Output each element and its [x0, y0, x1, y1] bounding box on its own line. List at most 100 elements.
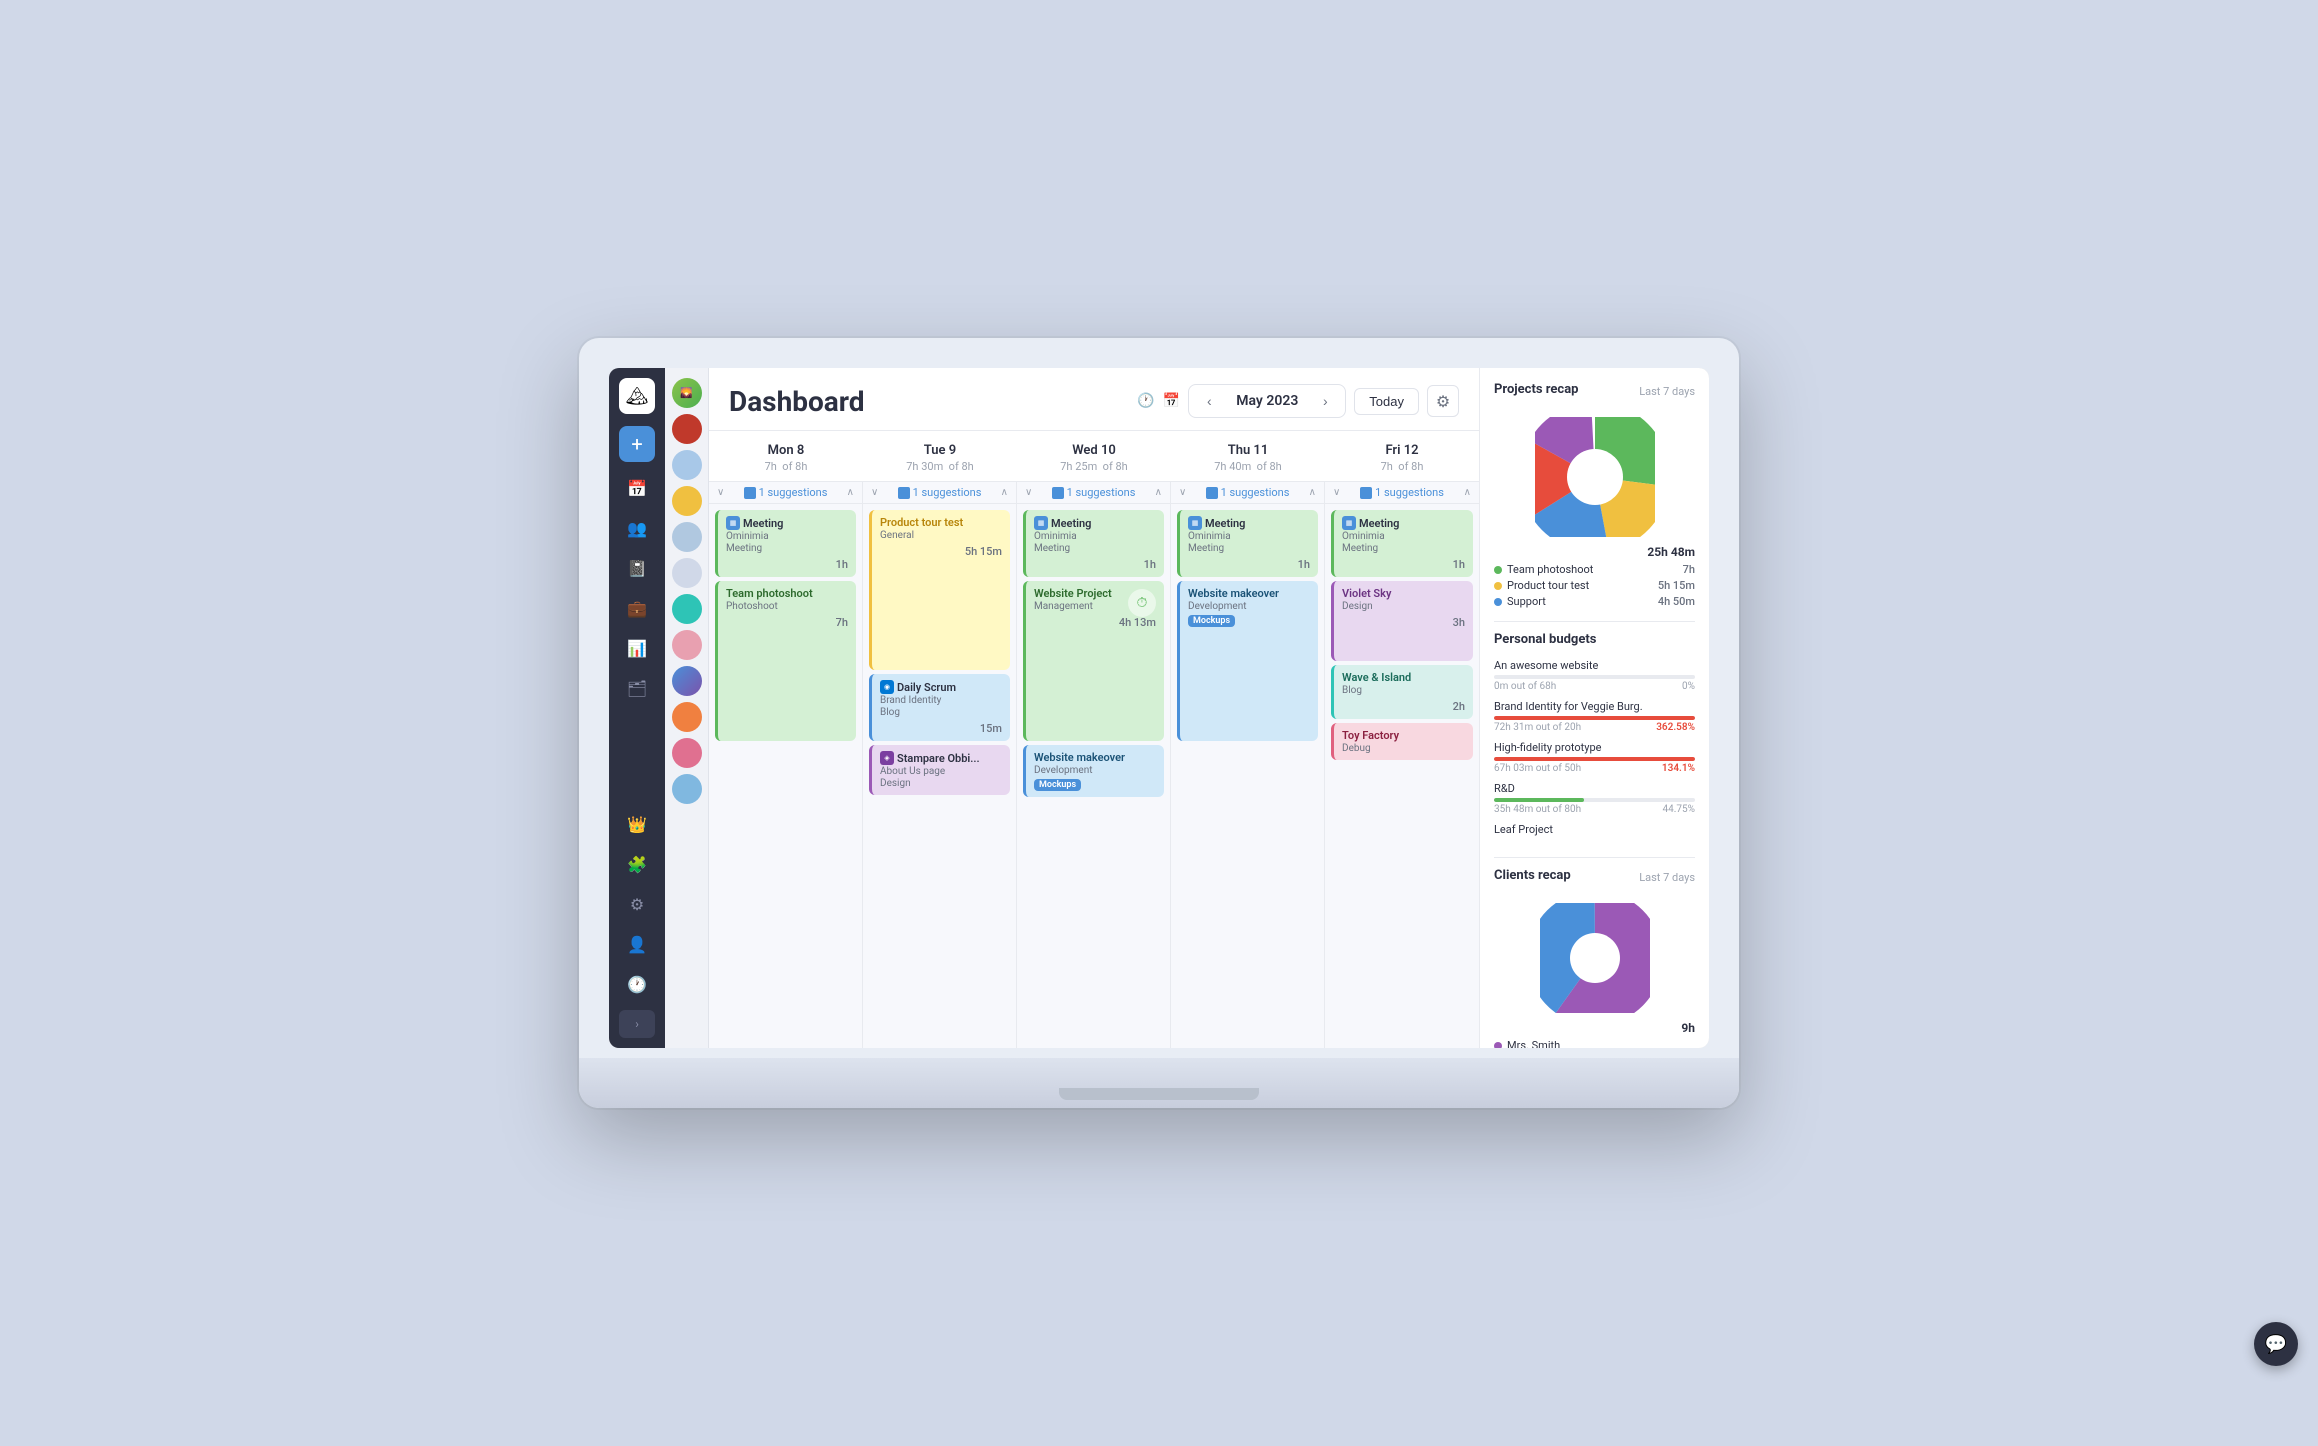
legend-item-support: Support 4h 50m	[1494, 595, 1695, 608]
budget-bar-fill-2	[1494, 716, 1695, 720]
clients-recap-title: Clients recap	[1494, 868, 1571, 883]
sidebar-item-people[interactable]: 👥	[619, 510, 655, 546]
budget-rd: R&D 35h 48m out of 80h 44.75%	[1494, 782, 1695, 815]
sidebar-item-gear[interactable]: ⚙	[619, 886, 655, 922]
event-product-tour[interactable]: Product tour test General 5h 15m	[869, 510, 1010, 670]
add-button[interactable]: +	[619, 426, 655, 462]
projects-legend: Team photoshoot 7h Product tour test 5h …	[1494, 563, 1695, 611]
suggestion-mon: ∨ 1 suggestions ∧	[709, 482, 863, 503]
avatar-11[interactable]	[672, 738, 702, 768]
event-team-photoshoot[interactable]: Team photoshoot Photoshoot 7h	[715, 581, 856, 741]
suggestion-fri-expand[interactable]: ∧	[1464, 487, 1471, 498]
event-website-makeover-wed[interactable]: Website makeover Development Mockups	[1023, 745, 1164, 797]
event-wave-island[interactable]: Wave & Island Blog 2h	[1331, 665, 1473, 719]
sidebar-item-briefcase[interactable]: 💼	[619, 590, 655, 626]
avatar-7[interactable]	[672, 594, 702, 624]
day-name-mon: Mon 8	[717, 443, 855, 458]
main-content: Dashboard 🕐 📅 ‹ May 2023 › Today ⚙	[709, 368, 1479, 1048]
sidebar-collapse-button[interactable]: ›	[619, 1010, 655, 1038]
legend-dot-mrs-smith	[1494, 1042, 1502, 1049]
sidebar-item-crown[interactable]: 👑	[619, 806, 655, 842]
avatar-10[interactable]	[672, 702, 702, 732]
outlook-icon: ◉	[880, 680, 894, 694]
suggestion-tue-expand[interactable]: ∧	[1001, 487, 1008, 498]
day-header-mon: Mon 8 7h of 8h	[709, 439, 863, 481]
suggestion-wed-expand[interactable]: ∧	[1155, 487, 1162, 498]
event-meeting-fri[interactable]: ▦ Meeting Ominimia Meeting 1h	[1331, 510, 1473, 577]
avatar-3[interactable]	[672, 450, 702, 480]
legend-label-support: Support	[1507, 595, 1546, 608]
sidebar-item-puzzle[interactable]: 🧩	[619, 846, 655, 882]
header-controls: 🕐 📅 ‹ May 2023 › Today ⚙	[1137, 384, 1459, 418]
event-website-project[interactable]: Website Project Management ⏱ 4h 13m	[1023, 581, 1164, 741]
sidebar-logo: 🏔	[619, 378, 655, 414]
sidebar-item-chart[interactable]: 📊	[619, 630, 655, 666]
day-headers: Mon 8 7h of 8h Tue 9 7h 30m of 8h Wed 10…	[709, 431, 1479, 482]
event-meeting-thu[interactable]: ▦ Meeting Ominimia Meeting 1h	[1177, 510, 1318, 577]
suggestion-mon-expand[interactable]: ∧	[847, 487, 854, 498]
legend-dot-product	[1494, 582, 1502, 590]
budget-bar-fill-3	[1494, 757, 1695, 761]
day-col-tue: Product tour test General 5h 15m ◉ Daily…	[863, 504, 1017, 1048]
legend-label-photoshoot: Team photoshoot	[1507, 563, 1593, 576]
clients-recap-period: Last 7 days	[1639, 871, 1695, 884]
sidebar-item-history[interactable]: 🕐	[619, 966, 655, 1002]
settings-button[interactable]: ⚙	[1427, 385, 1459, 417]
day-name-tue: Tue 9	[871, 443, 1009, 458]
projects-pie-total: 25h 48m	[1494, 545, 1695, 559]
calendar-icon: 📅	[1163, 393, 1180, 409]
suggestion-thu: ∨ 1 suggestions ∧	[1171, 482, 1325, 503]
suggestion-mon-collapse[interactable]: ∨	[717, 487, 724, 498]
day-name-wed: Wed 10	[1025, 443, 1163, 458]
suggestion-tue-collapse[interactable]: ∨	[871, 487, 878, 498]
today-button[interactable]: Today	[1354, 388, 1419, 415]
event-website-makeover-thu[interactable]: Website makeover Development Mockups	[1177, 581, 1318, 741]
day-hours-wed: 7h 25m of 8h	[1025, 460, 1163, 473]
event-toy-factory[interactable]: Toy Factory Debug	[1331, 723, 1473, 760]
day-hours-tue: 7h 30m of 8h	[871, 460, 1009, 473]
personal-budgets-header: Personal budgets	[1494, 632, 1695, 651]
legend-item-product: Product tour test 5h 15m	[1494, 579, 1695, 592]
sidebar-item-user[interactable]: 👤	[619, 926, 655, 962]
day-col-mon: ▦ Meeting Ominimia Meeting 1h Team photo…	[709, 504, 863, 1048]
avatar-8[interactable]	[672, 630, 702, 660]
month-label: May 2023	[1227, 393, 1307, 409]
suggestion-thu-collapse[interactable]: ∨	[1179, 487, 1186, 498]
event-meeting-wed[interactable]: ▦ Meeting Ominimia Meeting 1h	[1023, 510, 1164, 577]
day-name-thu: Thu 11	[1179, 443, 1317, 458]
clients-recap-header: Clients recap Last 7 days	[1494, 868, 1695, 887]
event-daily-scrum[interactable]: ◉ Daily Scrum Brand Identity Blog 15m	[869, 674, 1010, 741]
day-header-wed: Wed 10 7h 25m of 8h	[1017, 439, 1171, 481]
avatar-5[interactable]	[672, 522, 702, 552]
avatar-4[interactable]	[672, 486, 702, 516]
clients-pie-svg	[1540, 903, 1650, 1013]
avatar-2[interactable]	[672, 414, 702, 444]
sidebar-item-layers[interactable]: 🗂	[619, 670, 655, 706]
stamp-icon: ◈	[880, 751, 894, 765]
event-stampare[interactable]: ◈ Stampare Obbi... About Us page Design	[869, 745, 1010, 795]
projects-pie-chart	[1494, 417, 1695, 537]
avatar-6[interactable]	[672, 558, 702, 588]
chat-bubble[interactable]: 💬	[2254, 1322, 2298, 1366]
day-col-thu: ▦ Meeting Ominimia Meeting 1h Website ma…	[1171, 504, 1325, 1048]
suggestion-tue: ∨ 1 suggestions ∧	[863, 482, 1017, 503]
budget-awesome-website: An awesome website 0m out of 68h 0%	[1494, 659, 1695, 692]
projects-recap-title: Projects recap	[1494, 382, 1578, 397]
sidebar-item-book[interactable]: 📓	[619, 550, 655, 586]
avatar-9[interactable]	[672, 666, 702, 696]
avatar-12[interactable]	[672, 774, 702, 804]
month-navigation: ‹ May 2023 ›	[1188, 384, 1346, 418]
next-month-button[interactable]: ›	[1313, 389, 1337, 413]
budget-bar-fill-4	[1494, 798, 1584, 802]
prev-month-button[interactable]: ‹	[1197, 389, 1221, 413]
avatar-1[interactable]: 🌄	[672, 378, 702, 408]
suggestion-fri-collapse[interactable]: ∨	[1333, 487, 1340, 498]
sidebar-item-calendar[interactable]: 📅	[619, 470, 655, 506]
event-meeting-mon[interactable]: ▦ Meeting Ominimia Meeting 1h	[715, 510, 856, 577]
suggestion-wed-collapse[interactable]: ∨	[1025, 487, 1032, 498]
day-header-tue: Tue 9 7h 30m of 8h	[863, 439, 1017, 481]
suggestion-thu-expand[interactable]: ∧	[1309, 487, 1316, 498]
event-violet-sky[interactable]: Violet Sky Design 3h	[1331, 581, 1473, 661]
budget-leaf: Leaf Project	[1494, 823, 1695, 839]
day-header-fri: Fri 12 7h of 8h	[1325, 439, 1479, 481]
